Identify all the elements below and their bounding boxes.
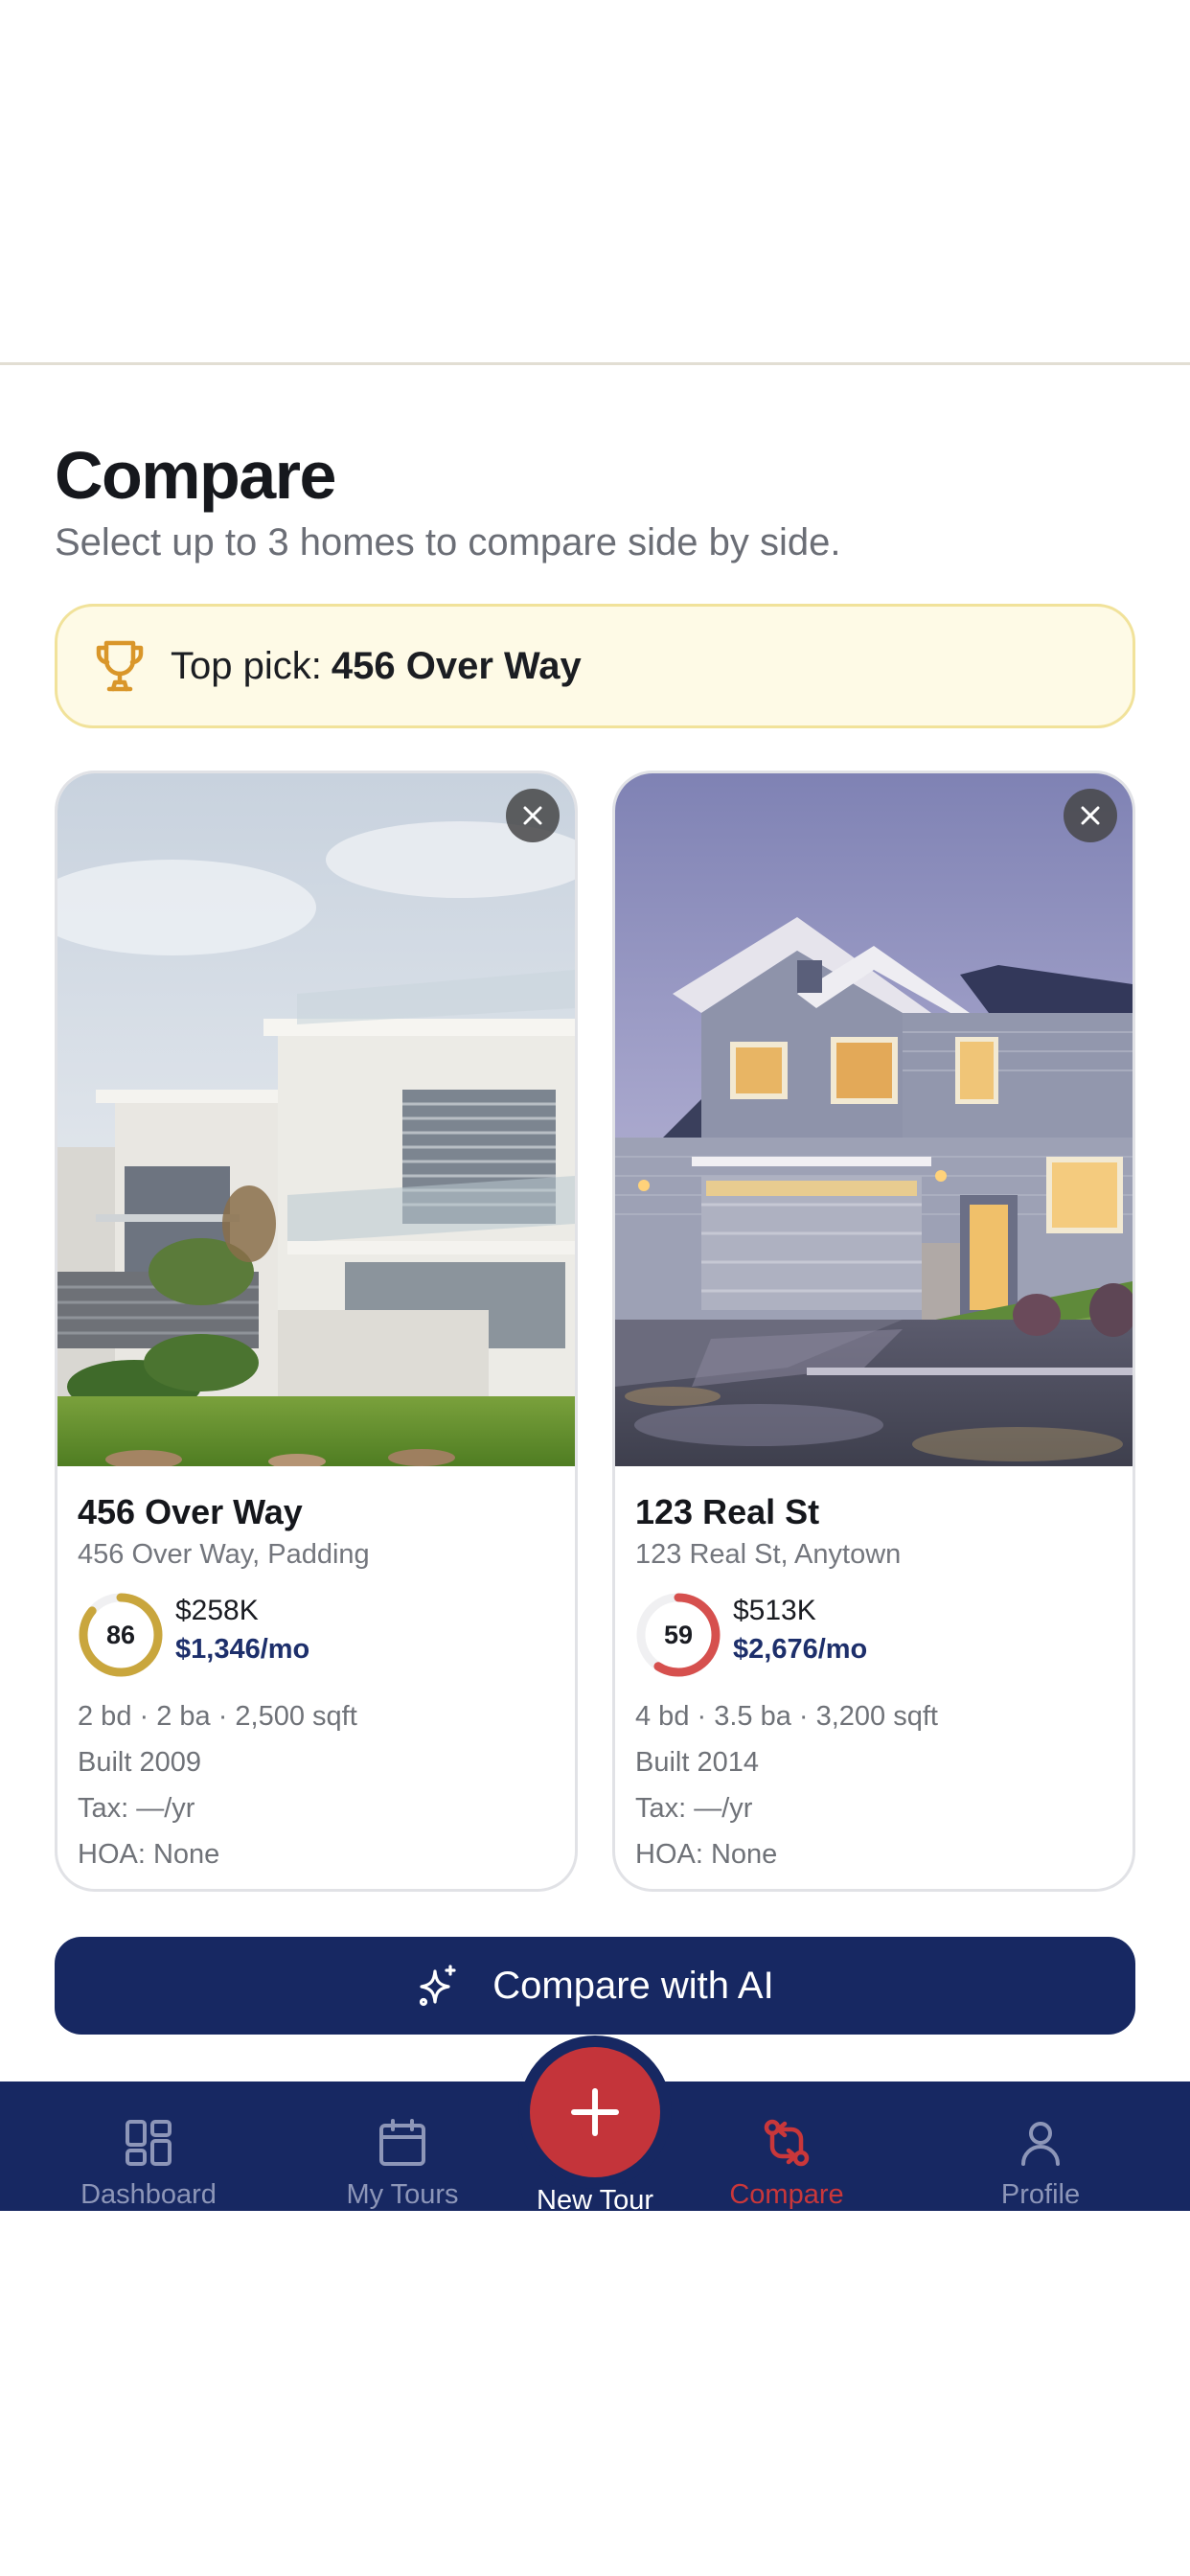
tab-compare-label: Compare: [729, 2179, 844, 2210]
header-divider: [0, 362, 1190, 365]
compare-with-ai-button[interactable]: Compare with AI: [55, 1937, 1135, 2035]
profile-icon: [1016, 2118, 1065, 2168]
page-title: Compare: [55, 438, 336, 513]
home-address: 456 Over Way, Padding: [78, 1539, 370, 1570]
tab-new-tour-label: New Tour: [537, 2185, 653, 2216]
home-photo-modern-townhouse: [57, 773, 575, 1466]
home-photo-craftsman-house: [615, 773, 1133, 1466]
top-pick-name: 456 Over Way: [331, 644, 582, 687]
monthly-payment: $2,676/mo: [733, 1634, 868, 1665]
property-tax: Tax: —/yr: [78, 1793, 195, 1824]
compare-with-ai-label: Compare with AI: [492, 1964, 774, 2007]
score-ring: 86: [78, 1592, 164, 1678]
monthly-payment: $1,346/mo: [175, 1634, 310, 1665]
trophy-icon: [92, 637, 148, 695]
home-price: $513K: [733, 1595, 816, 1626]
page-subtitle: Select up to 3 homes to compare side by …: [55, 521, 841, 564]
home-card-2[interactable]: 123 Real St 123 Real St, Anytown 59 $513…: [612, 770, 1135, 1892]
close-icon: [521, 804, 544, 827]
property-tax: Tax: —/yr: [635, 1793, 753, 1824]
remove-home-button[interactable]: [1064, 789, 1117, 842]
status-area: [0, 0, 1190, 362]
plus-icon: [568, 2085, 622, 2139]
remove-home-button[interactable]: [506, 789, 560, 842]
hoa-fee: HOA: None: [635, 1839, 778, 1870]
home-address: 123 Real St, Anytown: [635, 1539, 902, 1570]
sparkle-icon: [416, 1964, 460, 2008]
home-specs: 2 bd · 2 ba · 2,500 sqft: [78, 1701, 357, 1732]
tab-my-tours-label: My Tours: [346, 2179, 459, 2210]
tab-profile-label: Profile: [1000, 2179, 1081, 2210]
dashboard-icon: [124, 2118, 173, 2168]
tab-profile[interactable]: Profile: [922, 2082, 1159, 2211]
hoa-fee: HOA: None: [78, 1839, 220, 1870]
calendar-icon: [378, 2118, 427, 2168]
top-pick-banner: Top pick: 456 Over Way: [55, 604, 1135, 728]
score-value: 86: [105, 1620, 136, 1649]
close-icon: [1079, 804, 1102, 827]
home-card-1[interactable]: 456 Over Way 456 Over Way, Padding 86 $2…: [55, 770, 578, 1892]
year-built: Built 2014: [635, 1747, 759, 1778]
score-ring: 59: [635, 1592, 721, 1678]
top-pick-label: Top pick:: [171, 644, 322, 687]
home-specs: 4 bd · 3.5 ba · 3,200 sqft: [635, 1701, 938, 1732]
new-tour-button[interactable]: [530, 2047, 660, 2177]
tab-compare[interactable]: Compare: [668, 2082, 905, 2211]
score-value: 59: [663, 1620, 694, 1649]
home-price: $258K: [175, 1595, 259, 1626]
home-name: 456 Over Way: [78, 1492, 303, 1531]
compare-icon: [762, 2118, 812, 2168]
year-built: Built 2009: [78, 1747, 201, 1778]
home-name: 123 Real St: [635, 1492, 820, 1531]
tab-dashboard[interactable]: Dashboard: [30, 2082, 267, 2211]
tab-my-tours[interactable]: My Tours: [284, 2082, 521, 2211]
tab-dashboard-label: Dashboard: [80, 2179, 217, 2210]
